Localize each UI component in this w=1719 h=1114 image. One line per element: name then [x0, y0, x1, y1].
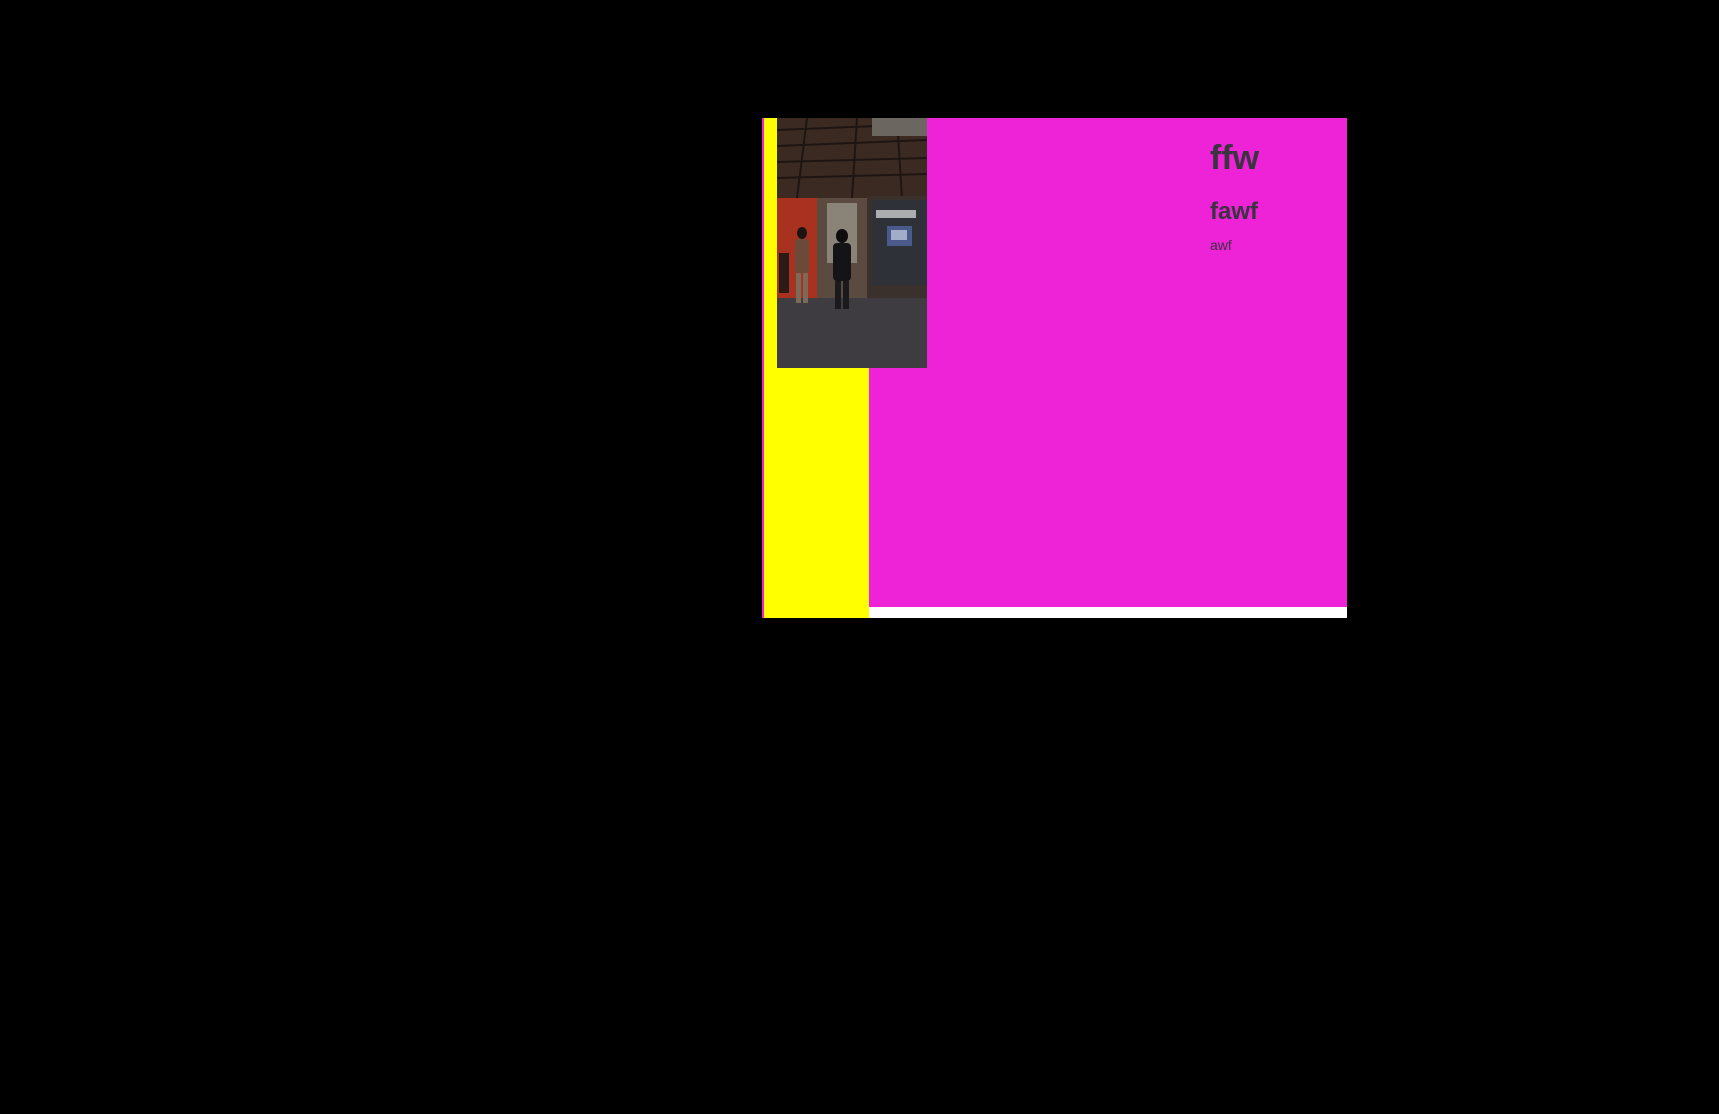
left-edge-accent — [762, 118, 764, 618]
page: ffw fawf awf — [0, 0, 1719, 1114]
subtitle: fawf — [1210, 198, 1258, 225]
presentation-photo — [777, 118, 927, 368]
text-block: ffw fawf awf — [1210, 136, 1259, 254]
content-card: ffw fawf awf — [762, 118, 1347, 618]
main-panel: ffw fawf awf — [869, 118, 1347, 607]
body-text: awf — [1210, 237, 1232, 253]
bottom-strip — [869, 607, 1347, 618]
page-title: ffw — [1210, 139, 1260, 177]
photo-image — [777, 118, 927, 368]
